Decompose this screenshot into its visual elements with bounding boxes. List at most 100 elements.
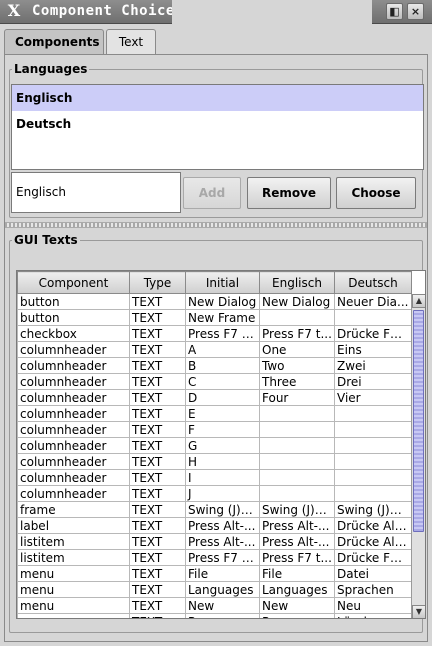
scroll-up-arrow-icon[interactable]: ▲ — [412, 294, 425, 308]
table-row[interactable]: menu TEXT New New Neu — [17, 597, 412, 614]
cell-type[interactable]: TEXT — [129, 389, 186, 406]
cell-component[interactable]: menu — [17, 597, 130, 614]
table-row[interactable]: label TEXT Press Alt-... Press Alt-... Drück… — [17, 517, 412, 534]
add-button[interactable]: Add — [183, 177, 241, 209]
cell-component[interactable]: listitem — [17, 533, 130, 550]
cell-englisch[interactable]: Four — [259, 389, 335, 406]
cell-component[interactable]: columnheader — [17, 421, 130, 438]
cell-deutsch[interactable] — [334, 453, 412, 470]
table-row[interactable]: menu TEXT File File Datei — [17, 565, 412, 582]
cell-englisch[interactable]: Remove — [259, 613, 335, 618]
cell-initial[interactable]: A — [185, 341, 260, 358]
cell-deutsch[interactable]: Drücke F7... — [334, 325, 412, 342]
cell-englisch[interactable] — [259, 437, 335, 454]
cell-component[interactable]: columnheader — [17, 373, 130, 390]
cell-component[interactable]: button — [17, 293, 130, 310]
cell-englisch[interactable]: Press Alt-... — [259, 517, 335, 534]
table-row[interactable]: columnheader TEXT G — [17, 437, 412, 454]
tab-components[interactable]: Components — [4, 29, 104, 55]
column-header-englisch[interactable]: Englisch — [259, 271, 335, 294]
cell-type[interactable]: TEXT — [129, 325, 186, 342]
cell-type[interactable]: TEXT — [129, 373, 186, 390]
cell-initial[interactable]: I — [185, 469, 260, 486]
cell-initial[interactable]: New Dialog — [185, 293, 260, 310]
cell-englisch[interactable]: Press F7 t... — [259, 325, 335, 342]
cell-deutsch[interactable] — [334, 405, 412, 422]
cell-initial[interactable]: Languages — [185, 581, 260, 598]
table-row[interactable]: frame TEXT Swing (J)C... Swing (J)C... Swing… — [17, 501, 412, 518]
table-row[interactable]: button TEXT New Dialog New Dialog Neuer Dia.… — [17, 293, 412, 310]
cell-deutsch[interactable]: Drei — [334, 373, 412, 390]
cell-englisch[interactable] — [259, 485, 335, 502]
cell-englisch[interactable]: One — [259, 341, 335, 358]
cell-component[interactable]: menu — [17, 565, 130, 582]
cell-deutsch[interactable]: Vier — [334, 389, 412, 406]
cell-englisch[interactable]: Press Alt-... — [259, 533, 335, 550]
cell-component[interactable]: columnheader — [17, 485, 130, 502]
cell-type[interactable]: TEXT — [129, 469, 186, 486]
table-row[interactable]: columnheader TEXT B Two Zwei — [17, 357, 412, 374]
window-titlebar[interactable]: X Component Choice ◧ × — [0, 0, 432, 24]
table-row[interactable]: columnheader TEXT F — [17, 421, 412, 438]
cell-component[interactable]: columnheader — [17, 405, 130, 422]
table-row[interactable]: columnheader TEXT J — [17, 485, 412, 502]
table-row[interactable]: menuTEXTRemoveRemoveLöschen — [17, 613, 412, 618]
cell-type[interactable]: TEXT — [129, 357, 186, 374]
cell-deutsch[interactable] — [334, 469, 412, 486]
cell-component[interactable]: columnheader — [17, 437, 130, 454]
cell-deutsch[interactable]: Datei — [334, 565, 412, 582]
cell-initial[interactable]: File — [185, 565, 260, 582]
cell-initial[interactable]: Press F7 t... — [185, 549, 260, 566]
cell-type[interactable]: TEXT — [129, 581, 186, 598]
cell-englisch[interactable]: Two — [259, 357, 335, 374]
cell-englisch[interactable]: File — [259, 565, 335, 582]
cell-type[interactable]: TEXT — [129, 501, 186, 518]
table-row[interactable]: button TEXT New Frame — [17, 309, 412, 326]
language-item-deutsch[interactable]: Deutsch — [12, 111, 423, 137]
cell-englisch[interactable] — [259, 405, 335, 422]
cell-initial[interactable]: Remove — [185, 613, 260, 618]
cell-englisch[interactable]: Three — [259, 373, 335, 390]
cell-initial[interactable]: F — [185, 421, 260, 438]
column-header-type[interactable]: Type — [129, 271, 186, 294]
cell-englisch[interactable]: New Dialog — [259, 293, 335, 310]
cell-deutsch[interactable] — [334, 437, 412, 454]
cell-deutsch[interactable] — [334, 485, 412, 502]
cell-deutsch[interactable]: Eins — [334, 341, 412, 358]
cell-deutsch[interactable]: Neuer Dia... — [334, 293, 412, 310]
language-item-englisch[interactable]: Englisch — [12, 85, 423, 111]
cell-type[interactable]: TEXT — [129, 533, 186, 550]
scrollbar-thumb[interactable] — [413, 310, 424, 532]
cell-type[interactable]: TEXT — [129, 565, 186, 582]
cell-initial[interactable]: Swing (J)C... — [185, 501, 260, 518]
cell-deutsch[interactable]: Swing (J)C... — [334, 501, 412, 518]
tab-text[interactable]: Text — [106, 29, 156, 55]
table-row[interactable]: columnheader TEXT A One Eins — [17, 341, 412, 358]
cell-component[interactable]: menu — [17, 613, 130, 618]
cell-type[interactable]: TEXT — [129, 485, 186, 502]
cell-initial[interactable]: Press F7 t... — [185, 325, 260, 342]
column-header-initial[interactable]: Initial — [185, 271, 260, 294]
cell-type[interactable]: TEXT — [129, 341, 186, 358]
cell-component[interactable]: checkbox — [17, 325, 130, 342]
cell-type[interactable]: TEXT — [129, 613, 186, 618]
cell-initial[interactable]: G — [185, 437, 260, 454]
table-row[interactable]: columnheader TEXT I — [17, 469, 412, 486]
gui-texts-table-scrollpane[interactable]: Component Type Initial Englisch Deutsch … — [16, 270, 426, 619]
choose-button[interactable]: Choose — [336, 177, 416, 209]
cell-type[interactable]: TEXT — [129, 517, 186, 534]
table-row[interactable]: columnheader TEXT E — [17, 405, 412, 422]
cell-component[interactable]: listitem — [17, 549, 130, 566]
cell-type[interactable]: TEXT — [129, 597, 186, 614]
cell-initial[interactable]: D — [185, 389, 260, 406]
cell-initial[interactable]: E — [185, 405, 260, 422]
scroll-down-arrow-icon[interactable]: ▼ — [412, 605, 425, 618]
cell-component[interactable]: columnheader — [17, 357, 130, 374]
table-row[interactable]: columnheader TEXT H — [17, 453, 412, 470]
cell-englisch[interactable]: New — [259, 597, 335, 614]
gui-texts-table[interactable]: Component Type Initial Englisch Deutsch … — [17, 271, 412, 618]
table-row[interactable]: columnheader TEXT C Three Drei — [17, 373, 412, 390]
table-vertical-scrollbar[interactable]: ▲ ▼ — [411, 294, 425, 618]
cell-englisch[interactable] — [259, 453, 335, 470]
cell-initial[interactable]: C — [185, 373, 260, 390]
